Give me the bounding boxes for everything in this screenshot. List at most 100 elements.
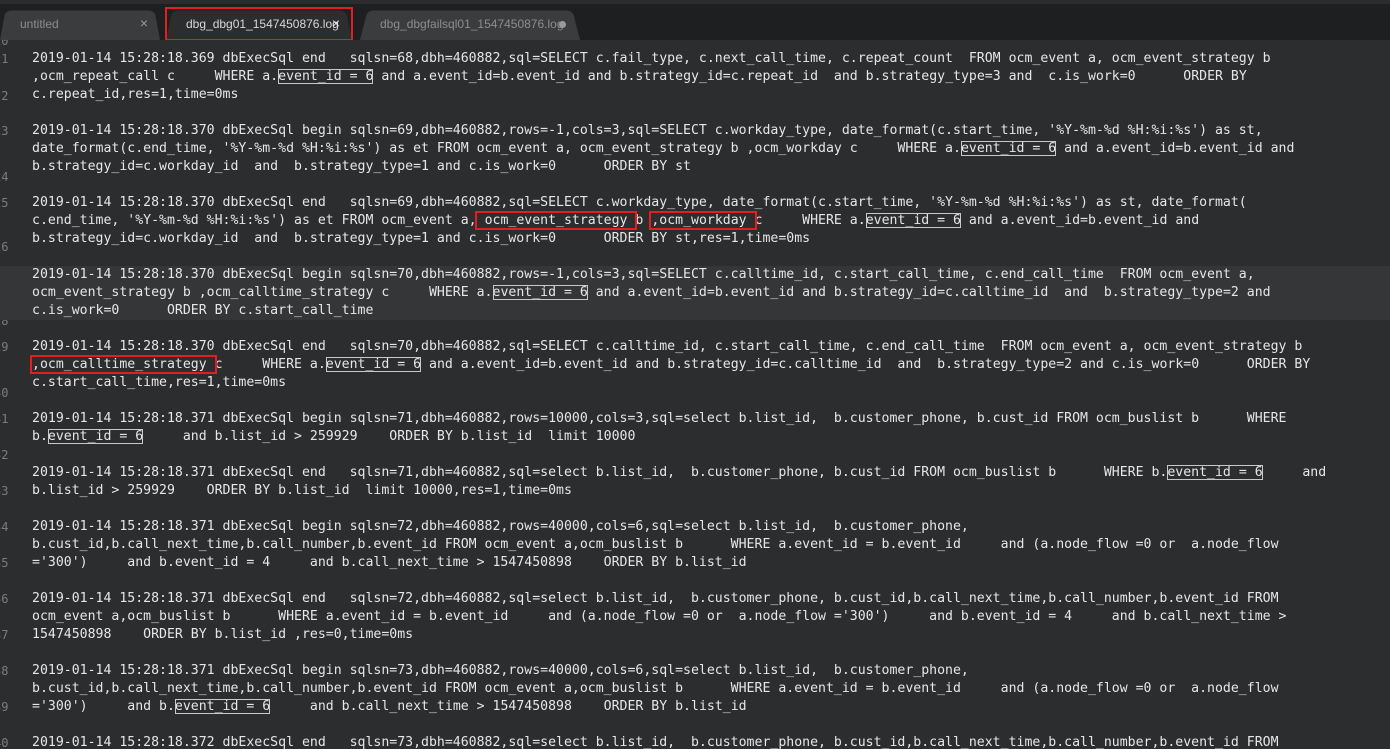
- code-line[interactable]: b.strategy_id=c.workday_id and b.strateg…: [32, 230, 810, 248]
- line-number-text: 30: [0, 386, 9, 400]
- line-number-text: 20: [0, 40, 9, 48]
- code-line[interactable]: 2019-01-14 15:28:18.370 dbExecSql begin …: [32, 122, 1263, 140]
- code-text: b.strategy_id=c.workday_id and b.strateg…: [32, 159, 691, 174]
- code-text: c WHERE a.: [214, 357, 326, 372]
- code-text: 2019-01-14 15:28:18.371 dbExecSql begin …: [32, 663, 969, 678]
- line-number-text: 36: [0, 592, 9, 606]
- close-icon[interactable]: ×: [140, 15, 148, 31]
- code-line[interactable]: 2019-01-14 15:28:18.370 dbExecSql end sq…: [32, 338, 1302, 356]
- code-text: and a.event_id=b.event_id and: [1056, 141, 1295, 156]
- line-number: 33: [0, 484, 12, 498]
- line-number-text: 24: [0, 170, 9, 184]
- line-number-text: 21: [0, 52, 9, 66]
- code-text: and: [1262, 465, 1327, 480]
- code-text: ocm_event_strategy b ,ocm_calltime_strat…: [32, 285, 493, 300]
- code-line[interactable]: b.event_id = 6 and b.list_id > 259929 OR…: [32, 428, 635, 446]
- code-text: ='300') and b.: [32, 699, 175, 714]
- search-match-highlight: event_id = 6: [492, 285, 588, 300]
- code-line[interactable]: 2019-01-14 15:28:18.370 dbExecSql end sq…: [32, 194, 1247, 212]
- code-line[interactable]: 2019-01-14 15:28:18.370 dbExecSql begin …: [32, 266, 1255, 284]
- code-line[interactable]: 1547450898 ORDER BY b.list_id ,res=0,tim…: [32, 626, 413, 644]
- code-line[interactable]: 2019-01-14 15:28:18.371 dbExecSql end sq…: [32, 590, 1279, 608]
- tab-untitled[interactable]: untitled ×: [0, 8, 160, 40]
- code-text: 2019-01-14 15:28:18.371 dbExecSql begin …: [32, 519, 969, 534]
- code-text: 2019-01-14 15:28:18.372 dbExecSql end sq…: [32, 735, 1279, 749]
- code-line[interactable]: ocm_event_strategy b ,ocm_calltime_strat…: [32, 284, 1271, 302]
- tab-bar-top-strip: [0, 0, 1390, 4]
- code-text: and a.event_id=b.event_id and b.strategy…: [373, 69, 1247, 84]
- unsaved-dot-icon[interactable]: [559, 21, 566, 28]
- code-line[interactable]: ='300') and b.event_id = 6 and b.call_ne…: [32, 698, 747, 716]
- code-text: 2019-01-14 15:28:18.371 dbExecSql end sq…: [32, 591, 1279, 606]
- code-text: c.repeat_id,res=1,time=0ms: [32, 87, 239, 102]
- line-number: 35: [0, 556, 12, 570]
- line-number-text: 23: [0, 124, 9, 138]
- line-number: 23: [0, 124, 12, 138]
- highlight-annotation: [165, 7, 353, 40]
- line-number: 25: [0, 196, 12, 210]
- code-line[interactable]: b.cust_id,b.call_next_time,b.call_number…: [32, 680, 1279, 698]
- code-line[interactable]: c.end_time, '%Y-%m-%d %H:%i:%s') as et F…: [32, 211, 1200, 230]
- code-line[interactable]: 2019-01-14 15:28:18.371 dbExecSql begin …: [32, 662, 969, 680]
- search-match-highlight: event_id = 6: [278, 69, 374, 84]
- code-text: b.cust_id,b.call_next_time,b.call_number…: [32, 537, 1279, 552]
- code-line[interactable]: c.start_call_time,res=1,time=0ms: [32, 374, 286, 392]
- line-number-text: 25: [0, 196, 9, 210]
- code-line[interactable]: ='300') and b.event_id = 4 and b.call_ne…: [32, 554, 747, 572]
- code-text: c.is_work=0 ORDER BY c.start_call_time: [32, 303, 374, 318]
- code-line[interactable]: 2019-01-14 15:28:18.371 dbExecSql begin …: [32, 410, 1286, 428]
- search-match-highlight: event_id = 6: [865, 213, 961, 228]
- line-number-text: 26: [0, 240, 9, 254]
- code-text: 2019-01-14 15:28:18.370 dbExecSql end sq…: [32, 339, 1303, 354]
- code-line[interactable]: ocm_event a,ocm_buslist b WHERE a.event_…: [32, 608, 1286, 626]
- line-number: 36: [0, 592, 12, 606]
- code-line[interactable]: 2019-01-14 15:28:18.371 dbExecSql end sq…: [32, 464, 1326, 482]
- code-text: c WHERE a.: [754, 213, 866, 228]
- tab-label: untitled: [20, 17, 59, 31]
- line-number: 20: [0, 40, 12, 48]
- line-number-text: 37: [0, 628, 9, 642]
- code-line[interactable]: date_format(c.end_time, '%Y-%m-%d %H:%i:…: [32, 140, 1294, 158]
- line-number: 39: [0, 700, 12, 714]
- line-number: 22: [0, 89, 12, 103]
- code-line[interactable]: c.repeat_id,res=1,time=0ms: [32, 86, 238, 104]
- code-text: 2019-01-14 15:28:18.370 dbExecSql begin …: [32, 123, 1263, 138]
- line-number: 34: [0, 520, 12, 534]
- red-annotation-box: ocm_event_strategy: [474, 211, 638, 230]
- code-line[interactable]: c.is_work=0 ORDER BY c.start_call_time: [32, 302, 373, 320]
- code-text: and b.call_next_time > 1547450898 ORDER …: [270, 699, 747, 714]
- code-line[interactable]: b.cust_id,b.call_next_time,b.call_number…: [32, 536, 1279, 554]
- line-number-text: 22: [0, 89, 9, 103]
- line-number: 31: [0, 412, 12, 426]
- line-number-text: 32: [0, 448, 9, 462]
- code-text: ='300') and b.event_id = 4 and b.call_ne…: [32, 555, 747, 570]
- code-text: 1547450898 ORDER BY b.list_id ,res=0,tim…: [32, 627, 414, 642]
- red-annotation-box: ,ocm_calltime_strategy: [30, 355, 217, 374]
- code-line[interactable]: 2019-01-14 15:28:18.372 dbExecSql end sq…: [32, 734, 1279, 749]
- code-text: and b.list_id > 259929 ORDER BY b.list_i…: [143, 429, 636, 444]
- code-text: date_format(c.end_time, '%Y-%m-%d %H:%i:…: [32, 141, 961, 156]
- code-text: b.strategy_id=c.workday_id and b.strateg…: [32, 231, 811, 246]
- line-number: 32: [0, 448, 12, 462]
- editor-pane[interactable]: 2021222324252627282930313233343536373839…: [0, 40, 1390, 749]
- line-number-text: 39: [0, 700, 9, 714]
- code-text: 2019-01-14 15:28:18.370 dbExecSql begin …: [32, 267, 1255, 282]
- code-line[interactable]: 2019-01-14 15:28:18.371 dbExecSql begin …: [32, 518, 969, 536]
- line-number-text: 31: [0, 412, 9, 426]
- code-text: b.: [32, 429, 48, 444]
- search-match-highlight: event_id = 6: [174, 699, 271, 714]
- code-line[interactable]: ,ocm_calltime_strategy c WHERE a.event_i…: [30, 355, 1310, 374]
- line-number-text: 38: [0, 664, 9, 678]
- line-number: 21: [0, 52, 12, 66]
- line-number-text: 33: [0, 484, 9, 498]
- tab-dbgfailsql-log[interactable]: dbg_dbgfailsql01_1547450876.log: [360, 8, 580, 40]
- search-match-highlight: event_id = 6: [325, 357, 422, 372]
- code-text: 2019-01-14 15:28:18.371 dbExecSql begin …: [32, 411, 1287, 426]
- code-line[interactable]: b.strategy_id=c.workday_id and b.strateg…: [32, 158, 691, 176]
- code-line[interactable]: b.list_id > 259929 ORDER BY b.list_id li…: [32, 482, 572, 500]
- code-text: and a.event_id=b.event_id and: [960, 213, 1200, 228]
- code-line[interactable]: 2019-01-14 15:28:18.369 dbExecSql end sq…: [32, 50, 1271, 68]
- code-text: 2019-01-14 15:28:18.370 dbExecSql end sq…: [32, 195, 1247, 210]
- line-number-text: 35: [0, 556, 9, 570]
- code-line[interactable]: ,ocm_repeat_call c WHERE a.event_id = 6 …: [32, 68, 1247, 86]
